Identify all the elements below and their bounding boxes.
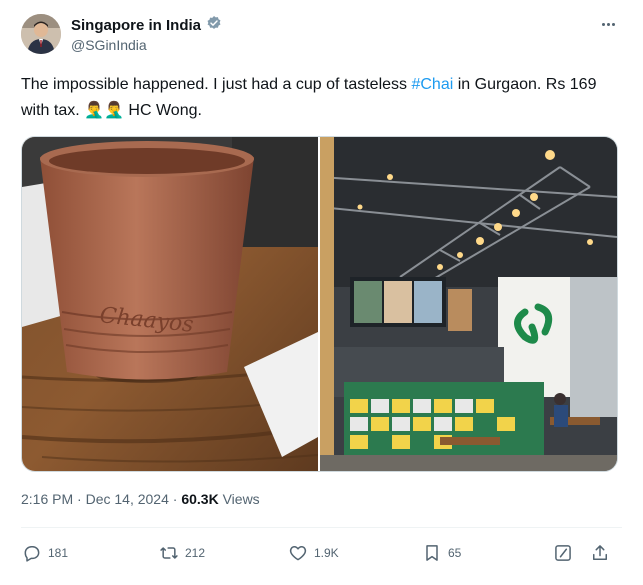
verified-badge-icon xyxy=(206,15,222,36)
reply-icon xyxy=(22,543,42,563)
repost-count: 212 xyxy=(185,546,206,560)
repost-icon xyxy=(159,543,179,563)
reply-count: 181 xyxy=(48,546,69,560)
tweet-card: Singapore in India @SGinIndia The imposs… xyxy=(0,0,643,585)
tweet-text-part3: HC Wong. xyxy=(123,102,202,119)
bookmark-icon xyxy=(422,543,442,563)
bookmark-count: 65 xyxy=(448,546,462,560)
action-bar: 181 212 1.9K 65 xyxy=(22,538,620,568)
tweet-text-part1: The impossible happened. I just had a cu… xyxy=(21,76,412,93)
like-count: 1.9K xyxy=(314,546,339,560)
avatar[interactable] xyxy=(21,14,61,54)
repost-button[interactable]: 212 xyxy=(159,538,205,568)
author-name-row[interactable]: Singapore in India xyxy=(71,15,222,36)
share-button[interactable] xyxy=(590,538,610,568)
like-icon xyxy=(288,543,308,563)
grok-button[interactable] xyxy=(553,538,573,568)
photo-clay-cup[interactable]: Chaayos xyxy=(22,137,318,471)
author-handle[interactable]: @SGinIndia xyxy=(71,37,147,53)
photo-cafe-interior[interactable] xyxy=(320,137,617,471)
media-grid: Chaayos xyxy=(21,136,618,472)
divider xyxy=(21,527,622,528)
tweet-meta: 2:16 PM · Dec 14, 2024 · 60.3K Views xyxy=(21,491,260,507)
more-icon[interactable] xyxy=(597,15,619,33)
meta-separator-2: · xyxy=(172,491,178,507)
bookmark-button[interactable]: 65 xyxy=(422,538,461,568)
meta-separator: · xyxy=(77,491,82,507)
grok-icon xyxy=(553,543,573,563)
facepalm-emoji: 🤦‍♂️🤦‍♂️ xyxy=(84,102,124,119)
views-count[interactable]: 60.3K xyxy=(181,491,218,507)
views-label: Views xyxy=(222,491,260,507)
tweet-date[interactable]: Dec 14, 2024 xyxy=(86,491,169,507)
author-name[interactable]: Singapore in India xyxy=(71,17,201,34)
share-icon xyxy=(590,543,610,563)
tweet-text: The impossible happened. I just had a cu… xyxy=(21,72,621,124)
hashtag-link[interactable]: #Chai xyxy=(411,76,453,93)
reply-button[interactable]: 181 xyxy=(22,538,68,568)
like-button[interactable]: 1.9K xyxy=(288,538,339,568)
tweet-time[interactable]: 2:16 PM xyxy=(21,491,73,507)
